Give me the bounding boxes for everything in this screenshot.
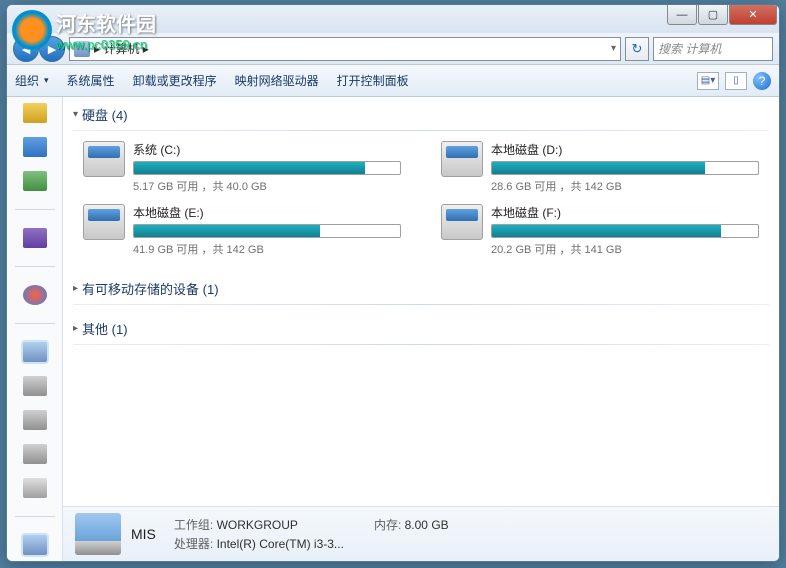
drive-free-text: 20.2 GB 可用 ，共 141 GB [491,241,759,257]
section-divider [73,344,769,345]
nav-forward-button[interactable]: ► [39,36,65,62]
cpu-value: Intel(R) Core(TM) i3-3... [217,537,344,551]
drive-icon [83,141,125,177]
drive-label: 本地磁盘 (F:) [491,204,759,221]
sidebar-item-libraries[interactable] [23,228,47,248]
workgroup-key: 工作组: [174,518,213,532]
uninstall-programs-button[interactable]: 卸载或更改程序 [133,72,217,89]
help-button[interactable]: ? [753,72,771,90]
memory-value: 8.00 GB [405,518,449,532]
drive-label: 系统 (C:) [133,141,401,158]
cpu-key: 处理器: [174,537,213,551]
search-input[interactable]: 搜索 计算机 [653,37,773,61]
sidebar-separator [15,266,55,267]
drive-item[interactable]: 本地磁盘 (E:) 41.9 GB 可用 ，共 142 GB [83,204,401,257]
details-name: MIS [131,526,156,542]
drive-icon [83,204,125,240]
maximize-button[interactable]: ▢ [698,5,728,25]
close-button[interactable]: ✕ [729,5,777,25]
section-removable[interactable]: 有可移动存储的设备 (1) [63,271,779,304]
drive-capacity-bar [491,161,759,175]
minimize-button[interactable]: — [667,5,697,25]
drive-free-text: 41.9 GB 可用 ，共 142 GB [133,241,401,257]
workgroup-value: WORKGROUP [217,518,298,532]
drive-item[interactable]: 系统 (C:) 5.17 GB 可用 ，共 40.0 GB [83,141,401,194]
content-area: 硬盘 (4) 系统 (C:) 5.17 GB 可用 ，共 40.0 GB 本地磁盘 … [7,97,779,561]
nav-bar: ◄ ► ▸ 计算机 ▸ ▾ ↻ 搜索 计算机 [7,33,779,65]
drive-item[interactable]: 本地磁盘 (D:) 28.6 GB 可用 ，共 142 GB [441,141,759,194]
main-pane: 硬盘 (4) 系统 (C:) 5.17 GB 可用 ，共 40.0 GB 本地磁盘 … [63,97,779,561]
sidebar-item-drive[interactable] [23,478,47,498]
drives-grid: 系统 (C:) 5.17 GB 可用 ，共 40.0 GB 本地磁盘 (D:) 28.… [63,137,779,271]
drive-free-text: 5.17 GB 可用 ，共 40.0 GB [133,178,401,194]
memory-key: 内存: [374,518,401,532]
breadcrumb: ▸ 计算机 ▸ [94,40,149,57]
drive-free-text: 28.6 GB 可用 ，共 142 GB [491,178,759,194]
section-divider [73,130,769,131]
sidebar-separator [15,209,55,210]
computer-icon [74,41,90,57]
search-placeholder: 搜索 计算机 [658,40,721,57]
sidebar-item-downloads[interactable] [23,171,47,191]
section-removable-label: 有可移动存储的设备 (1) [82,279,219,298]
dropdown-icon[interactable]: ▾ [611,43,616,54]
system-properties-button[interactable]: 系统属性 [67,72,115,89]
titlebar: — ▢ ✕ [7,5,779,33]
drive-capacity-bar [133,161,401,175]
sidebar [7,97,63,561]
toolbar: 组织 系统属性 卸载或更改程序 映射网络驱动器 打开控制面板 ▤▾ ▯ ? [7,65,779,97]
drive-capacity-bar [491,224,759,238]
section-other-label: 其他 (1) [82,319,128,338]
sidebar-item-computer[interactable] [23,342,47,362]
nav-back-button[interactable]: ◄ [13,36,39,62]
sidebar-item-drive[interactable] [23,410,47,430]
section-divider [73,304,769,305]
drive-label: 本地磁盘 (E:) [133,204,401,221]
sidebar-item-homegroup[interactable] [23,285,47,305]
section-drives-label: 硬盘 (4) [82,105,128,124]
sidebar-separator [15,323,55,324]
section-other[interactable]: 其他 (1) [63,311,779,344]
sidebar-item-folder[interactable] [23,103,47,123]
preview-pane-button[interactable]: ▯ [725,72,747,90]
drive-icon [441,204,483,240]
sidebar-separator [15,516,55,517]
sidebar-item-drive[interactable] [23,376,47,396]
computer-large-icon [75,513,121,555]
explorer-window: — ▢ ✕ ◄ ► ▸ 计算机 ▸ ▾ ↻ 搜索 计算机 组织 系统属性 卸载或… [6,4,780,562]
section-drives[interactable]: 硬盘 (4) [63,97,779,130]
map-drive-button[interactable]: 映射网络驱动器 [235,72,319,89]
sidebar-item-drive[interactable] [23,444,47,464]
refresh-button[interactable]: ↻ [625,37,649,61]
sidebar-item-network[interactable] [23,535,47,555]
details-pane: MIS 工作组: WORKGROUP 处理器: Intel(R) Core(TM… [63,506,779,561]
control-panel-button[interactable]: 打开控制面板 [337,72,409,89]
drive-icon [441,141,483,177]
drive-capacity-bar [133,224,401,238]
sidebar-item-desktop[interactable] [23,137,47,157]
address-bar[interactable]: ▸ 计算机 ▸ ▾ [69,37,621,61]
drive-label: 本地磁盘 (D:) [491,141,759,158]
view-icons-button[interactable]: ▤▾ [697,72,719,90]
drive-item[interactable]: 本地磁盘 (F:) 20.2 GB 可用 ，共 141 GB [441,204,759,257]
organize-menu[interactable]: 组织 [15,72,49,89]
